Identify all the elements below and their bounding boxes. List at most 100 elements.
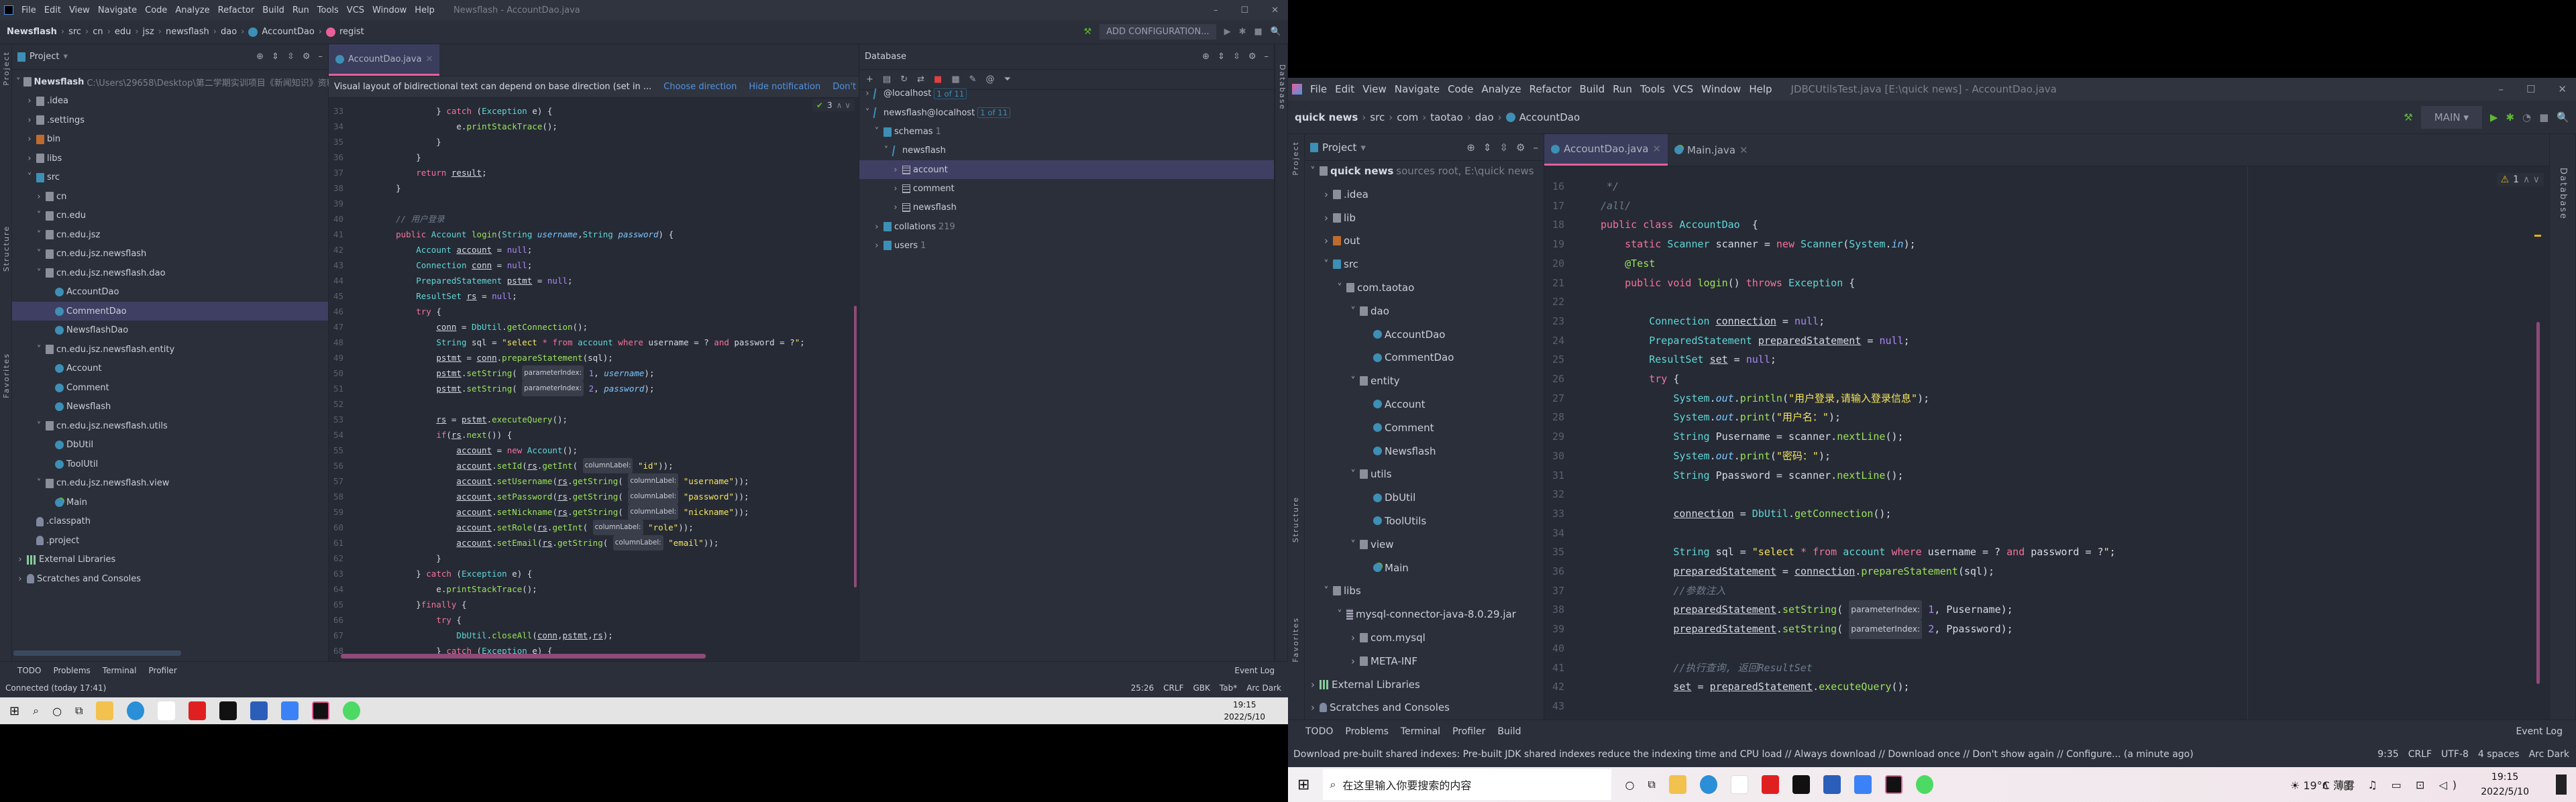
tool-profiler-button[interactable]: Profiler xyxy=(149,666,177,675)
tree-item-bin[interactable]: › bin xyxy=(12,129,328,149)
tree-item-dao[interactable]: ˅ dao xyxy=(1305,299,1544,323)
tree-item-src[interactable]: ˅ src xyxy=(1305,253,1544,276)
favorites-tool-tab[interactable]: Favorites xyxy=(2,353,11,398)
menu-code[interactable]: Code xyxy=(1448,83,1473,95)
tree-item-settings[interactable]: › .settings xyxy=(12,111,328,130)
tool-problems-button[interactable]: Problems xyxy=(1345,726,1389,737)
event-log-button[interactable]: Event Log xyxy=(1234,666,1275,675)
tree-item-dbutil[interactable]: DbUtil xyxy=(1305,486,1544,510)
tree-item-scratches-and-consoles[interactable]: › Scratches and Consoles xyxy=(12,569,328,589)
chevron-down-icon[interactable]: ˅ xyxy=(873,127,881,137)
horizontal-scrollbar[interactable] xyxy=(341,654,706,658)
chevron-right-icon[interactable]: › xyxy=(1322,188,1330,200)
chevron-right-icon[interactable]: › xyxy=(25,96,34,106)
menu-analyze[interactable]: Analyze xyxy=(175,5,209,15)
menu-build[interactable]: Build xyxy=(262,5,284,15)
tree-item-lib[interactable]: › lib xyxy=(1305,206,1544,229)
tree-item-libs[interactable]: ˅ libs xyxy=(1305,579,1544,603)
structure-tool-tab[interactable]: Structure xyxy=(1291,496,1300,542)
status-25-26[interactable]: 25:26 xyxy=(1131,683,1155,693)
project-view-select[interactable]: Project xyxy=(30,52,59,62)
hide-icon[interactable]: – xyxy=(1265,52,1269,62)
chevron-right-icon[interactable]: › xyxy=(1309,679,1317,691)
database-tool-tab[interactable]: Database xyxy=(2558,168,2568,220)
tree-item-dbutil[interactable]: DbUtil xyxy=(12,435,328,455)
debug-icon[interactable]: ✱ xyxy=(2506,111,2514,123)
tool-terminal-button[interactable]: Terminal xyxy=(1401,726,1440,737)
chevron-right-icon[interactable]: › xyxy=(863,89,871,99)
status-utf-8[interactable]: UTF-8 xyxy=(2441,749,2469,760)
tool-todo-button[interactable]: TODO xyxy=(1305,726,1333,737)
menu-view[interactable]: View xyxy=(1362,83,1387,95)
tree-item-newsflash[interactable]: Newsflash xyxy=(1305,439,1544,463)
console-icon[interactable]: @ xyxy=(986,74,995,84)
tree-item-collations[interactable]: › collations 219 xyxy=(859,217,1274,236)
chevron-right-icon[interactable]: › xyxy=(873,241,881,251)
breadcrumb-item-regist[interactable]: regist xyxy=(339,27,364,37)
search-icon[interactable]: ⌕ xyxy=(33,704,39,718)
chevron-down-icon[interactable]: ˅ xyxy=(35,249,43,259)
tree-item-account[interactable]: › account xyxy=(859,160,1274,180)
breadcrumb-item-cn[interactable]: cn xyxy=(93,27,103,37)
tree-item-newsflash[interactable]: ˅ Newsflash C:\Users\29658\Desktop\第二学期实训项… xyxy=(12,72,350,92)
tab-accountdao-java[interactable]: AccountDao.java ✕ xyxy=(1544,134,1668,166)
tree-item-cn-edu-jsz-newsflash[interactable]: ˅ cn.edu.jsz.newsflash xyxy=(12,244,328,264)
clock[interactable]: 19:15 2022/5/10 xyxy=(1224,699,1265,723)
tree-item-entity[interactable]: ˅ entity xyxy=(1305,369,1544,393)
hide-notification-link[interactable]: Hide notification xyxy=(749,82,820,92)
vertical-scrollbar[interactable] xyxy=(854,306,857,587)
tree-item-accountdao[interactable]: AccountDao xyxy=(1305,323,1544,346)
database-tool-tab[interactable]: Database xyxy=(1278,64,1287,111)
menu-vcs[interactable]: VCS xyxy=(347,5,364,15)
tree-item-accountdao[interactable]: AccountDao xyxy=(12,282,328,302)
chevron-down-icon[interactable]: ˅ xyxy=(1322,585,1330,597)
clock[interactable]: 19:15 2022/5/10 xyxy=(2481,770,2529,799)
wechat-icon[interactable] xyxy=(343,701,361,720)
app-red-icon[interactable] xyxy=(189,701,207,720)
chevron-right-icon[interactable]: › xyxy=(16,574,24,584)
menu-run[interactable]: Run xyxy=(292,5,309,15)
breadcrumb-item-src[interactable]: src xyxy=(68,27,81,37)
breadcrumb-item-taotao[interactable]: taotao xyxy=(1430,111,1463,123)
gear-icon[interactable]: ⚙ xyxy=(303,52,311,62)
app-icon[interactable] xyxy=(1730,775,1748,794)
terminal-icon[interactable] xyxy=(219,701,237,720)
chevron-right-icon[interactable]: › xyxy=(25,134,34,144)
menu-view[interactable]: View xyxy=(69,5,90,15)
run-icon[interactable]: ▶ xyxy=(2490,111,2498,123)
task-view-icon[interactable]: ⧉ xyxy=(1648,778,1655,791)
chevron-right-icon[interactable]: › xyxy=(892,165,900,175)
taskbar-search-box[interactable]: ⌕ 在这里输入你要搜索的内容 xyxy=(1323,769,1612,800)
tree-item-libs[interactable]: › libs xyxy=(12,149,328,168)
edit-icon[interactable]: ✎ xyxy=(969,74,977,84)
breadcrumb-item-dao[interactable]: dao xyxy=(1475,111,1494,123)
tree-item-classpath[interactable]: .classpath xyxy=(12,512,328,531)
menu-code[interactable]: Code xyxy=(145,5,167,15)
breadcrumb-item-newsflash[interactable]: Newsflash xyxy=(7,27,57,37)
breadcrumb-item-jsz[interactable]: jsz xyxy=(143,27,154,37)
menu-refactor[interactable]: Refactor xyxy=(218,5,255,15)
search-icon[interactable]: 🔍 xyxy=(2557,111,2569,123)
tree-item-idea[interactable]: › .idea xyxy=(1305,182,1544,206)
tool-problems-button[interactable]: Problems xyxy=(53,666,90,675)
chevron-right-icon[interactable]: › xyxy=(1349,632,1357,644)
tree-item-localhost[interactable]: › @localhost 1 of 11 xyxy=(859,84,1274,103)
run-config-select[interactable]: MAIN ▾ xyxy=(2420,105,2482,129)
close-tab-icon[interactable]: ✕ xyxy=(1739,144,1748,156)
vertical-scrollbar[interactable] xyxy=(2536,322,2540,684)
chevron-down-icon[interactable]: ˅ xyxy=(1322,258,1330,270)
tree-item-newsflash-localhost[interactable]: ˅ newsflash@localhost 1 of 11 xyxy=(859,103,1274,122)
breadcrumb-item-src[interactable]: src xyxy=(1370,111,1385,123)
chevron-down-icon[interactable]: ˅ xyxy=(1349,538,1357,551)
tree-item-scratches-and-consoles[interactable]: › Scratches and Consoles xyxy=(1305,696,1544,720)
chevron-right-icon[interactable]: › xyxy=(1322,212,1330,224)
edge-icon[interactable] xyxy=(127,701,145,720)
status-crlf[interactable]: CRLF xyxy=(2408,749,2432,760)
chevron-down-icon[interactable]: ˅ xyxy=(1309,165,1317,177)
status-crlf[interactable]: CRLF xyxy=(1163,683,1183,693)
tree-item-out[interactable]: › out xyxy=(1305,229,1544,253)
tree-item-view[interactable]: ˅ view xyxy=(1305,532,1544,556)
start-icon[interactable]: ⊞ xyxy=(1297,777,1309,793)
tree-item-main[interactable]: Main xyxy=(1305,556,1544,579)
tree-item-cn[interactable]: › cn xyxy=(12,187,328,207)
